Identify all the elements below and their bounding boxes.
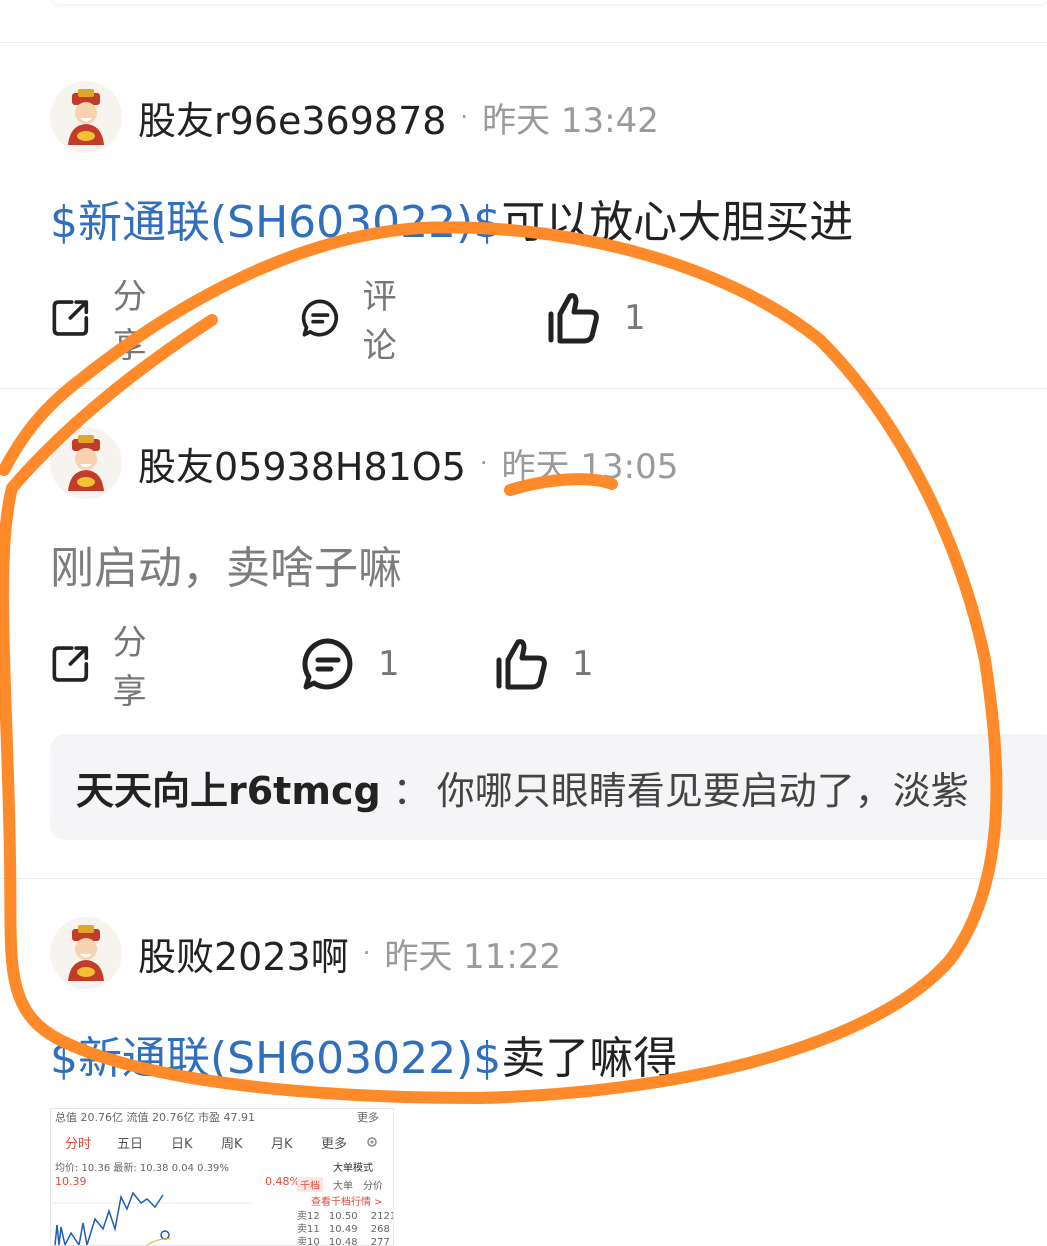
previous-card-edge — [50, 0, 1047, 4]
like-button[interactable]: 1 — [546, 288, 646, 348]
share-button[interactable]: 分享 — [50, 623, 162, 712]
post-content: 刚启动，卖啥子嘛 — [50, 532, 402, 596]
like-count: 1 — [572, 644, 594, 684]
caishen-avatar-icon — [68, 435, 104, 491]
post-time: 昨天 13:42 — [482, 100, 659, 141]
comment-count: 1 — [378, 644, 400, 684]
caishen-avatar-icon — [68, 925, 104, 981]
post-header: 股败2023啊 · 昨天 11:22 — [50, 916, 561, 990]
thumb-price-high: 10.39 — [55, 1175, 87, 1188]
thumb-stats-row: 总值 20.76亿 流值 20.76亿 市盈 47.91 — [55, 1111, 255, 1124]
stock-tag-link[interactable]: $新通联(SH603022)$ — [50, 197, 501, 248]
reply-text: 你哪只眼睛看见要启动了，淡紫 — [436, 768, 969, 813]
settings-gear-icon — [367, 1137, 377, 1147]
divider — [0, 878, 1047, 879]
share-label: 分享 — [112, 623, 147, 712]
divider — [0, 388, 1047, 389]
share-icon — [52, 300, 89, 336]
avatar[interactable] — [50, 427, 122, 499]
thumb-tab: 更多 — [321, 1137, 348, 1152]
thumb-mode-label: 大单模式 — [333, 1163, 373, 1174]
thumb-button: 分价 — [363, 1181, 383, 1192]
separator-dot: · — [460, 103, 469, 131]
post-content: $新通联(SH603022)$卖了嘛得 — [50, 1022, 677, 1086]
share-icon — [52, 646, 89, 682]
comment-button[interactable]: 1 — [300, 634, 400, 694]
separator-dot: · — [479, 449, 488, 477]
comment-icon — [302, 638, 353, 690]
thumb-tab: 日K — [171, 1137, 193, 1152]
thumb-button: 大单 — [333, 1181, 353, 1192]
order-price: 10.48 — [328, 1237, 358, 1246]
thumb-button: 千档 — [297, 1177, 323, 1192]
thumb-tab: 周K — [221, 1137, 243, 1152]
like-button[interactable]: 1 — [494, 634, 594, 694]
thumb-price-row: 均价: 10.36 最新: 10.38 0.04 0.39% — [55, 1163, 229, 1174]
avatar[interactable] — [50, 81, 122, 153]
username[interactable]: 股友05938H81O5 — [138, 436, 466, 491]
divider — [0, 42, 1047, 43]
intraday-price-line — [51, 1191, 251, 1245]
thumb-tab: 分时 — [65, 1137, 92, 1152]
stock-chart-thumbnail[interactable]: 总值 20.76亿 流值 20.76亿 市盈 47.91 更多 分时 五日 日K… — [50, 1108, 394, 1246]
share-button[interactable]: 分享 — [50, 277, 162, 366]
like-count: 1 — [624, 298, 646, 338]
thumb-order-row: 卖10 10.48 277 — [297, 1233, 390, 1246]
thumb-pct-high: 0.48% — [265, 1175, 300, 1188]
post-text: 卖了嘛得 — [501, 1033, 678, 1084]
reply-username[interactable]: 天天向上r6tmcg — [76, 760, 381, 815]
stock-tag-link[interactable]: $新通联(SH603022)$ — [50, 1033, 501, 1084]
post-header: 股友05938H81O5 · 昨天 13:05 — [50, 426, 678, 500]
thumb-tab: 月K — [271, 1137, 293, 1152]
thumbs-up-icon — [496, 639, 547, 690]
comment-button[interactable]: 评论 — [300, 277, 412, 366]
post-text: 可以放心大胆买进 — [501, 197, 854, 248]
post-header: 股友r96e369878 · 昨天 13:42 — [50, 80, 659, 154]
comment-icon — [301, 299, 339, 337]
post-text: 刚启动，卖啥子嘛 — [50, 543, 402, 594]
post-time: 昨天 11:22 — [384, 936, 562, 977]
post-time: 昨天 13:05 — [501, 446, 679, 487]
reply-preview[interactable]: 天天向上r6tmcg：你哪只眼睛看见要启动了，淡紫 — [50, 734, 1047, 840]
reply-colon: ： — [392, 768, 431, 813]
avatar[interactable] — [50, 917, 122, 989]
separator-dot: · — [362, 939, 371, 967]
comment-label: 评论 — [362, 277, 397, 366]
post-content: $新通联(SH603022)$可以放心大胆买进 — [50, 186, 853, 250]
order-label: 卖10 — [297, 1237, 320, 1246]
username[interactable]: 股友r96e369878 — [138, 90, 446, 145]
caishen-avatar-icon — [68, 89, 104, 145]
share-label: 分享 — [112, 277, 147, 366]
thumbs-up-icon — [548, 293, 599, 344]
thumb-more: 更多 — [357, 1111, 379, 1124]
order-volume: 277 — [370, 1237, 390, 1246]
username[interactable]: 股败2023啊 — [138, 926, 349, 981]
thumb-view-more: 查看千档行情 > — [311, 1197, 383, 1208]
thumb-tab: 五日 — [117, 1137, 144, 1152]
